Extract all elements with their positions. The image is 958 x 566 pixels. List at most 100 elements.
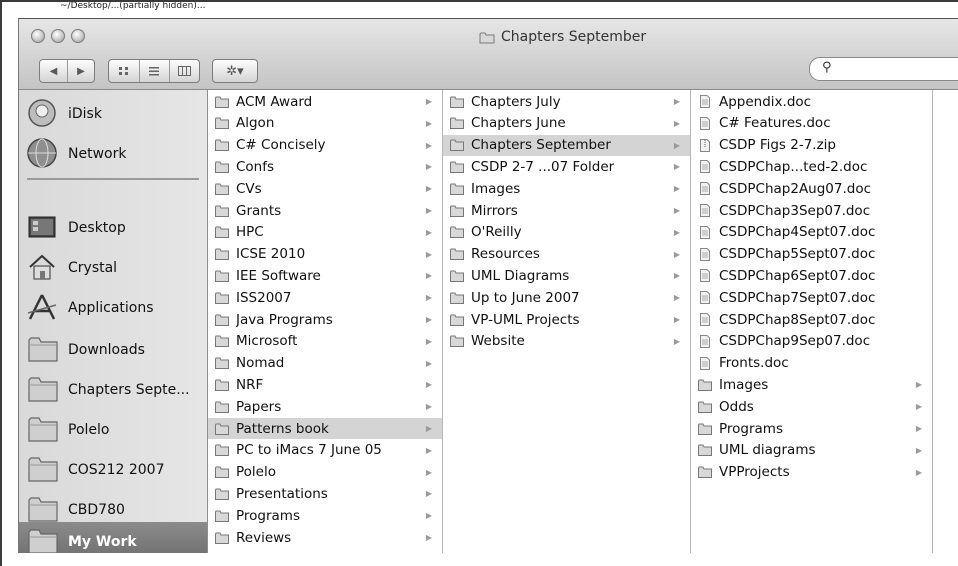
- folder-row[interactable]: Mirrors ▶: [443, 200, 690, 221]
- file-row[interactable]: CSDPChap6Sept07.doc: [691, 265, 932, 286]
- folder-row[interactable]: Website ▶: [443, 331, 690, 352]
- column-my-work: ACM Award ▶ Algon ▶ C# Concisely ▶ Confs ▶ CVs ▶ G…: [208, 90, 443, 553]
- row-label: Grants: [236, 202, 282, 219]
- sidebar-item-label: Chapters Septe...: [68, 382, 190, 398]
- folder-row[interactable]: Programs ▶: [208, 505, 442, 526]
- folder-row[interactable]: Chapters September ▶: [443, 134, 690, 156]
- sidebar-item-applications[interactable]: Applications: [19, 288, 207, 328]
- folder-row[interactable]: Odds ▶: [691, 396, 932, 417]
- folder-row[interactable]: IEE Software ▶: [208, 265, 442, 286]
- sidebar-item-cos212-2007[interactable]: COS212 2007: [19, 450, 207, 490]
- sidebar-item-polelo[interactable]: Polelo: [19, 410, 207, 450]
- folder-row[interactable]: SAICSIT 2005▶: [208, 549, 442, 553]
- row-label: VPProjects: [719, 464, 790, 481]
- row-label: Patterns book: [236, 420, 329, 437]
- icon-view-button[interactable]: [109, 60, 140, 82]
- file-row[interactable]: CSDPChap9Sep07.doc: [691, 331, 932, 352]
- column-patterns-book: Chapters July ▶ Chapters June ▶ Chapters Sep…: [443, 90, 691, 553]
- minimize-window-button[interactable]: [51, 29, 65, 43]
- back-button[interactable]: ◀: [40, 60, 68, 82]
- close-window-button[interactable]: [31, 29, 45, 43]
- row-label: Up to June 2007: [471, 289, 580, 306]
- idisk-icon: [26, 97, 62, 131]
- folder-row[interactable]: UML diagrams ▶: [691, 440, 932, 461]
- sidebar-item-network[interactable]: Network: [19, 134, 207, 174]
- file-row[interactable]: CSDP Figs 2-7.zip: [691, 135, 932, 156]
- folder-row[interactable]: ICSE 2010 ▶: [208, 244, 442, 265]
- folder-row[interactable]: Microsoft ▶: [208, 331, 442, 352]
- zoom-window-button[interactable]: [71, 29, 85, 43]
- window-title: Chapters September: [479, 27, 646, 47]
- sidebar-item-crystal[interactable]: Crystal: [19, 248, 207, 288]
- action-menu-button[interactable]: ✲▾: [212, 59, 258, 83]
- folder-row[interactable]: Images ▶: [443, 178, 690, 199]
- folder-row[interactable]: Confs ▶: [208, 156, 442, 177]
- sidebar: iDisk Network Desktop Crystal Applications Do…: [19, 90, 208, 553]
- file-row[interactable]: CSDPChap8Sept07.doc: [691, 309, 932, 330]
- folder-row[interactable]: Patterns book ▶: [208, 418, 442, 439]
- forward-button[interactable]: ▶: [68, 60, 94, 82]
- row-label: Programs: [236, 507, 300, 524]
- folder-row[interactable]: Reviews ▶: [208, 527, 442, 548]
- folder-icon: [215, 292, 229, 304]
- file-row[interactable]: CSDPChap7Sept07.doc: [691, 287, 932, 308]
- file-row[interactable]: C# Features.doc: [691, 113, 932, 134]
- sidebar-item-label: Downloads: [68, 342, 145, 358]
- file-row[interactable]: CSDPChap...ted-2.doc: [691, 156, 932, 177]
- sidebar-item-idisk[interactable]: iDisk: [19, 94, 207, 134]
- folder-row[interactable]: Grants ▶: [208, 200, 442, 221]
- folder-row[interactable]: Papers ▶: [208, 396, 442, 417]
- folder-row[interactable]: Up to June 2007 ▶: [443, 287, 690, 308]
- folder-row[interactable]: ISS2007 ▶: [208, 287, 442, 308]
- folder-row[interactable]: C# Concisely ▶: [208, 135, 442, 156]
- file-row[interactable]: CSDPChap5Sept07.doc: [691, 244, 932, 265]
- list-view-button[interactable]: [140, 60, 171, 82]
- folder-row[interactable]: Polelo ▶: [208, 462, 442, 483]
- folder-row[interactable]: Resources ▶: [443, 244, 690, 265]
- file-row[interactable]: CSDPChap3Sep07.doc: [691, 200, 932, 221]
- folder-row[interactable]: CSDP 2-7 ...07 Folder ▶: [443, 156, 690, 177]
- search-input[interactable]: [838, 61, 958, 77]
- column-view-button[interactable]: [170, 60, 199, 82]
- disclosure-arrow-icon: ▶: [673, 206, 680, 215]
- row-label: ICSE 2010: [236, 246, 306, 263]
- folder-row[interactable]: Chapters July ▶: [443, 91, 690, 112]
- folder-icon: [450, 314, 464, 326]
- disclosure-arrow-icon: ▶: [425, 402, 432, 412]
- gear-icon: ✲▾: [226, 63, 244, 79]
- folder-row[interactable]: O'Reilly ▶: [443, 222, 690, 243]
- folder-row[interactable]: Algon ▶: [208, 113, 442, 134]
- file-row[interactable]: Fronts.doc: [691, 353, 932, 374]
- row-label: Polelo: [236, 464, 276, 481]
- folder-row[interactable]: Images ▶: [691, 374, 932, 395]
- disclosure-arrow-icon: ▶: [425, 467, 432, 477]
- folder-row[interactable]: CVs ▶: [208, 178, 442, 199]
- disclosure-arrow-icon: ▶: [425, 97, 432, 106]
- folder-row[interactable]: Chapters June ▶: [443, 113, 690, 134]
- sidebar-item-desktop[interactable]: Desktop: [19, 208, 207, 248]
- folder-icon: [698, 401, 712, 413]
- row-label: CSDPChap9Sep07.doc: [719, 333, 871, 350]
- folder-row[interactable]: VPProjects ▶: [691, 462, 932, 483]
- file-row[interactable]: CSDPChap4Sept07.doc: [691, 222, 932, 243]
- sidebar-item-chapters-septe[interactable]: Chapters Septe...: [19, 370, 207, 410]
- folder-row[interactable]: ACM Award ▶: [208, 91, 442, 112]
- folder-row[interactable]: PC to iMacs 7 June 05 ▶: [208, 440, 442, 461]
- folder-row[interactable]: Presentations ▶: [208, 483, 442, 504]
- folder-row[interactable]: HPC ▶: [208, 222, 442, 243]
- row-label: CVs: [236, 180, 262, 197]
- sidebar-item-downloads[interactable]: Downloads: [19, 330, 207, 370]
- file-row[interactable]: CSDPChap2Aug07.doc: [691, 178, 932, 199]
- search-field[interactable]: ⚲: [809, 57, 958, 81]
- file-row[interactable]: Appendix.doc: [691, 91, 932, 112]
- folder-row[interactable]: Java Programs ▶: [208, 309, 442, 330]
- folder-icon: [215, 183, 229, 195]
- column-view-icon: [178, 66, 192, 76]
- folder-row[interactable]: VP-UML Projects ▶: [443, 309, 690, 330]
- folder-row[interactable]: Programs ▶: [691, 418, 932, 439]
- folder-row[interactable]: NRF ▶: [208, 374, 442, 395]
- list-view-icon: [149, 67, 160, 76]
- folder-row[interactable]: UML Diagrams ▶: [443, 265, 690, 286]
- sidebar-item-my-work[interactable]: My Work: [19, 522, 207, 553]
- folder-row[interactable]: Nomad ▶: [208, 353, 442, 374]
